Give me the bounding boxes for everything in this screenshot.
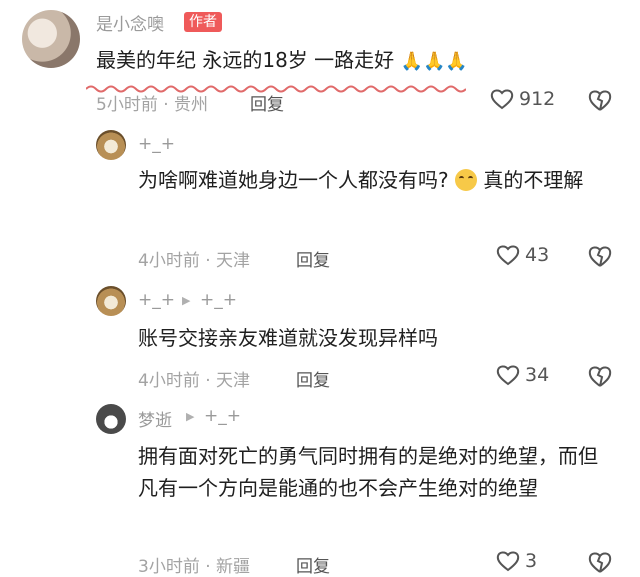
broken-heart-icon[interactable] bbox=[587, 364, 613, 388]
reply-button[interactable]: 回复 bbox=[296, 552, 330, 577]
comment-meta: 4小时前 · 天津 bbox=[138, 371, 251, 391]
location: 新疆 bbox=[216, 557, 251, 577]
timestamp: 4小时前 bbox=[138, 371, 200, 391]
timestamp: 5小时前 bbox=[96, 95, 158, 115]
location: 天津 bbox=[216, 371, 251, 391]
avatar[interactable] bbox=[22, 10, 80, 68]
like-button[interactable]: 43 bbox=[496, 244, 549, 266]
location: 天津 bbox=[216, 251, 251, 271]
comment-text-content: 最美的年纪 永远的18岁 一路走好 bbox=[96, 48, 395, 72]
comment-text: 最美的年纪 永远的18岁 一路走好 🙏🙏🙏 bbox=[96, 44, 616, 78]
heart-icon bbox=[496, 551, 520, 572]
pray-icon: 🙏🙏🙏 bbox=[400, 51, 468, 72]
comment-meta: 3小时前 · 新疆 bbox=[138, 557, 251, 577]
broken-heart-icon[interactable] bbox=[587, 550, 613, 574]
avatar[interactable] bbox=[96, 286, 126, 316]
comment-text: 账号交接亲友难道就没发现异样吗 bbox=[138, 326, 438, 350]
author-badge: 作者 bbox=[184, 12, 222, 32]
reply-target-username[interactable]: +_+ bbox=[204, 406, 241, 426]
reply-arrow-icon: ▶ bbox=[186, 410, 195, 423]
avatar[interactable] bbox=[96, 404, 126, 434]
like-button[interactable]: 912 bbox=[490, 88, 555, 110]
like-button[interactable]: 3 bbox=[496, 550, 537, 572]
broken-heart-icon[interactable] bbox=[587, 88, 613, 112]
reply-arrow-icon: ▶ bbox=[182, 294, 191, 307]
heart-icon bbox=[496, 365, 520, 386]
heart-icon bbox=[490, 89, 514, 110]
avatar[interactable] bbox=[96, 130, 126, 160]
comment-text: 为啥啊难道她身边一个人都没有吗? 真的不理解 bbox=[138, 164, 618, 196]
comment-meta: 5小时前 · 贵州 bbox=[96, 95, 209, 115]
reply-target-username[interactable]: +_+ bbox=[200, 290, 237, 310]
username[interactable]: +_+ bbox=[138, 290, 175, 310]
like-count: 3 bbox=[525, 550, 538, 572]
username[interactable]: 是小念噢 bbox=[96, 10, 164, 35]
timestamp: 3小时前 bbox=[138, 557, 200, 577]
comment-text-after: 真的不理解 bbox=[483, 168, 584, 192]
broken-heart-icon[interactable] bbox=[587, 244, 613, 268]
like-count: 43 bbox=[525, 244, 550, 266]
like-count: 912 bbox=[519, 88, 556, 110]
like-button[interactable]: 34 bbox=[496, 364, 549, 386]
reply-button[interactable]: 回复 bbox=[296, 366, 330, 391]
timestamp: 4小时前 bbox=[138, 251, 200, 271]
comment-meta: 4小时前 · 天津 bbox=[138, 251, 251, 271]
username[interactable]: +_+ bbox=[138, 134, 175, 154]
comment-text: 拥有面对死亡的勇气同时拥有的是绝对的绝望，而但凡有一个方向是能通的也不会产生绝对… bbox=[138, 444, 598, 500]
reply-button[interactable]: 回复 bbox=[250, 90, 284, 115]
like-count: 34 bbox=[525, 364, 550, 386]
reply-button[interactable]: 回复 bbox=[296, 246, 330, 271]
comment-text-before: 为啥啊难道她身边一个人都没有吗? bbox=[138, 168, 449, 192]
heart-icon bbox=[496, 245, 520, 266]
location: 贵州 bbox=[174, 95, 209, 115]
username[interactable]: 梦逝 bbox=[138, 406, 172, 431]
crying-emoji-icon bbox=[454, 169, 477, 191]
